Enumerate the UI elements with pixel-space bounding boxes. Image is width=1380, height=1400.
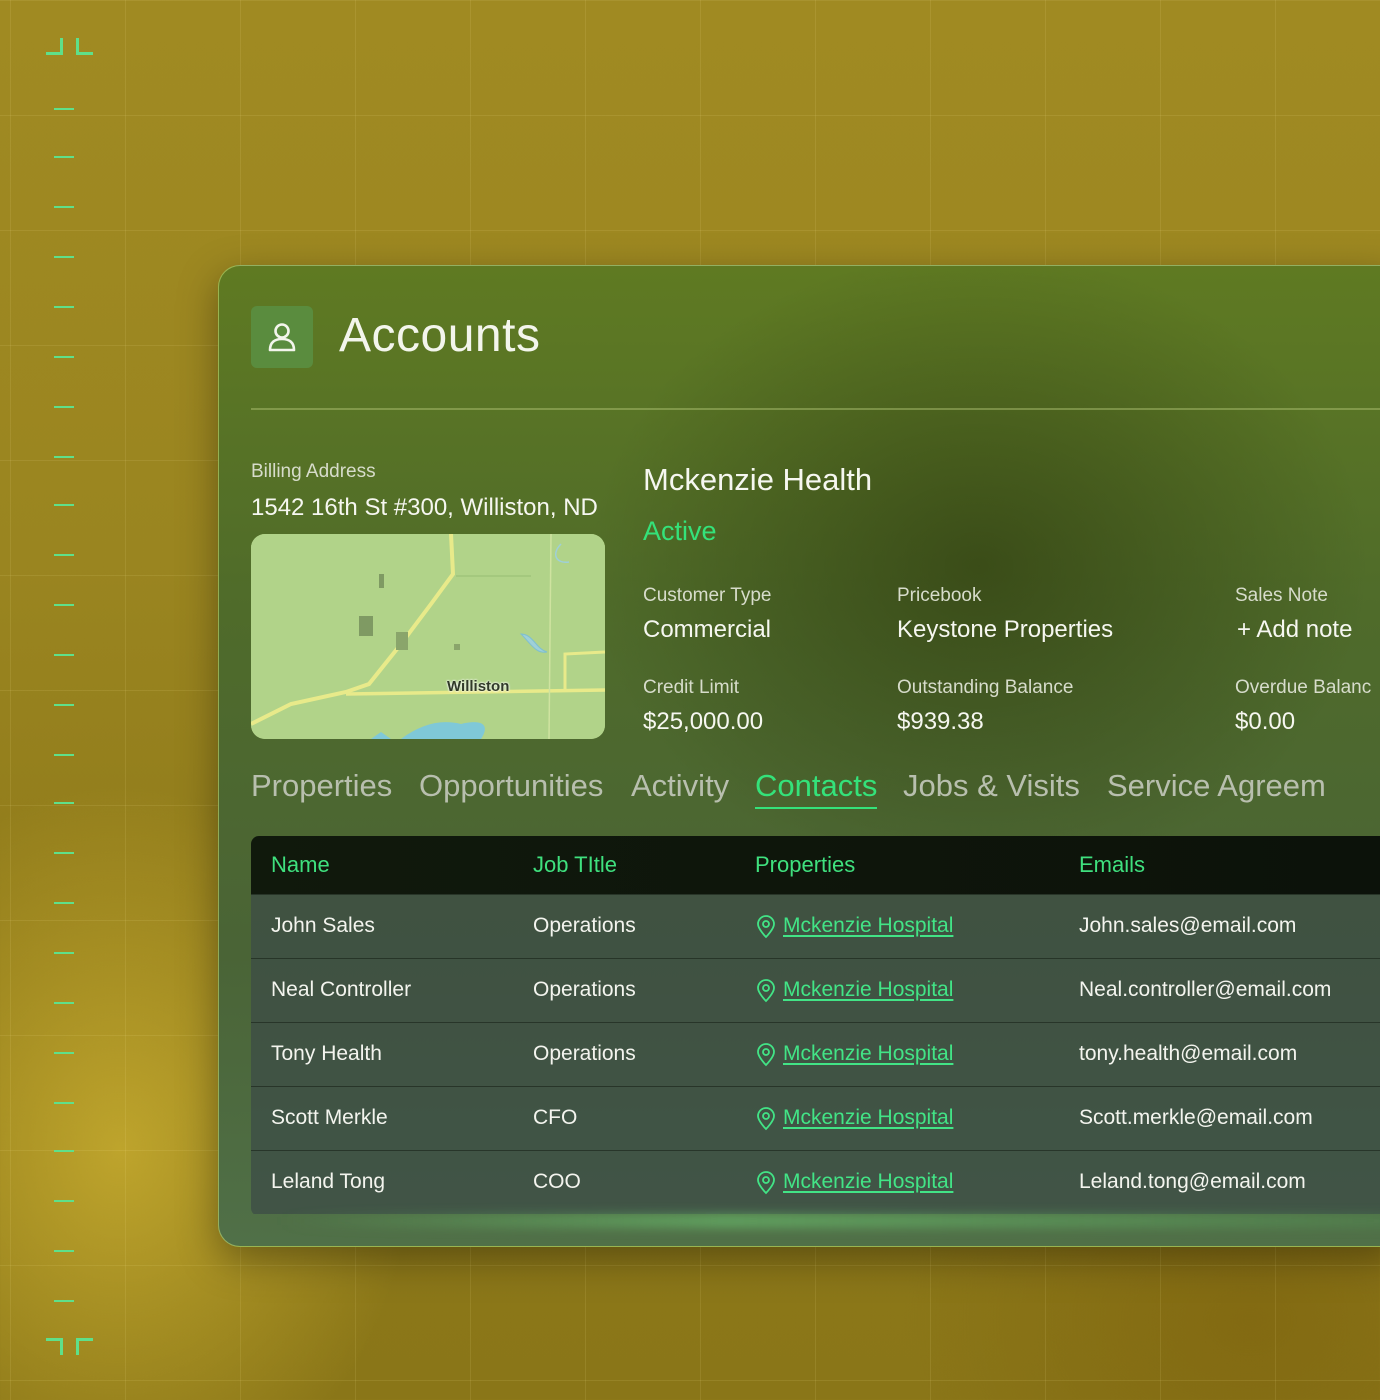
corner-mark (46, 38, 63, 55)
credit-limit-value: $25,000.00 (643, 708, 764, 735)
panel-bottom-glow (279, 1216, 1380, 1226)
location-pin-icon (757, 979, 775, 1003)
table-row[interactable]: John Sales Operations Mckenzie Hospital … (251, 894, 1380, 958)
tab-activity[interactable]: Activity (631, 768, 729, 804)
sales-note-label: Sales Note (1235, 585, 1328, 606)
ruler-tick (54, 604, 74, 606)
property-link[interactable]: Mckenzie Hospital (783, 1170, 953, 1194)
contact-name: John Sales (271, 914, 375, 937)
contact-job-title: Operations (533, 978, 636, 1001)
ruler-tick (54, 754, 74, 756)
ruler-tick (54, 852, 74, 854)
column-header-emails[interactable]: Emails (1079, 852, 1145, 878)
outstanding-balance-value: $939.38 (897, 708, 984, 735)
property-link[interactable]: Mckenzie Hospital (783, 1042, 953, 1066)
add-note-button[interactable]: + Add note (1237, 616, 1352, 644)
corner-mark (76, 1338, 93, 1355)
table-row[interactable]: Scott Merkle CFO Mckenzie Hospital Scott… (251, 1086, 1380, 1150)
credit-limit-label: Credit Limit (643, 677, 740, 698)
column-header-job-title[interactable]: Job TItle (533, 852, 617, 878)
account-name: Mckenzie Health (643, 462, 873, 497)
outstanding-balance-label: Outstanding Balance (897, 677, 1074, 698)
contact-email: Scott.merkle@email.com (1079, 1106, 1313, 1129)
billing-address-value: 1542 16th St #300, Williston, ND (251, 494, 598, 521)
ruler-tick (54, 156, 74, 158)
ruler-tick (54, 1102, 74, 1104)
location-pin-icon (757, 915, 775, 939)
ruler-tick (54, 554, 74, 556)
corner-mark (76, 38, 93, 55)
table-header: Name Job TItle Properties Emails (251, 836, 1380, 894)
ruler-tick (54, 1002, 74, 1004)
contact-email: Neal.controller@email.com (1079, 978, 1332, 1001)
accounts-panel: Accounts Billing Address 1542 16th St #3… (218, 265, 1380, 1247)
contact-job-title: COO (533, 1170, 581, 1193)
contact-job-title: CFO (533, 1106, 578, 1129)
ruler-tick (54, 256, 74, 258)
location-pin-icon (757, 1043, 775, 1067)
header-divider (251, 408, 1380, 410)
overdue-balance-value: $0.00 (1235, 708, 1296, 735)
ruler-tick (54, 456, 74, 458)
ruler-tick (54, 902, 74, 904)
ruler-tick (54, 504, 74, 506)
location-map[interactable]: Williston (251, 534, 605, 739)
customer-type-label: Customer Type (643, 585, 772, 606)
property-link[interactable]: Mckenzie Hospital (783, 978, 953, 1002)
ruler-tick (54, 704, 74, 706)
contact-email: Leland.tong@email.com (1079, 1170, 1306, 1193)
contact-email: tony.health@email.com (1079, 1042, 1298, 1065)
ruler-tick (54, 1150, 74, 1152)
page-title: Accounts (339, 309, 541, 362)
location-pin-icon (757, 1107, 775, 1131)
property-link[interactable]: Mckenzie Hospital (783, 1106, 953, 1130)
tab-contacts[interactable]: Contacts (755, 768, 878, 809)
overdue-balance-label: Overdue Balanc (1235, 677, 1372, 698)
contact-name: Leland Tong (271, 1170, 386, 1193)
column-header-name[interactable]: Name (271, 852, 330, 878)
ruler-tick (54, 306, 74, 308)
ruler-tick (54, 1250, 74, 1252)
ruler-tick (54, 1300, 74, 1302)
user-icon (251, 306, 313, 368)
ruler-tick (54, 206, 74, 208)
ruler-tick (54, 406, 74, 408)
location-pin-icon (757, 1171, 775, 1195)
table-row[interactable]: Leland Tong COO Mckenzie Hospital Leland… (251, 1150, 1380, 1214)
tab-opportunities[interactable]: Opportunities (419, 768, 603, 804)
customer-type-value: Commercial (643, 616, 772, 643)
side-ruler (46, 0, 93, 1400)
table-row[interactable]: Tony Health Operations Mckenzie Hospital… (251, 1022, 1380, 1086)
contacts-table: Name Job TItle Properties Emails John Sa… (251, 836, 1380, 1216)
ruler-tick (54, 356, 74, 358)
column-header-properties[interactable]: Properties (755, 852, 855, 878)
contact-job-title: Operations (533, 1042, 636, 1065)
ruler-tick (54, 654, 74, 656)
ruler-tick (54, 1052, 74, 1054)
contact-email: John.sales@email.com (1079, 914, 1297, 937)
table-row[interactable]: Neal Controller Operations Mckenzie Hosp… (251, 958, 1380, 1022)
tab-jobs-visits[interactable]: Jobs & Visits (903, 768, 1080, 804)
ruler-tick (54, 108, 74, 110)
ruler-tick (54, 1200, 74, 1202)
pricebook-label: Pricebook (897, 585, 982, 606)
property-link[interactable]: Mckenzie Hospital (783, 914, 953, 938)
pricebook-value: Keystone Properties (897, 616, 1114, 643)
tab-service-agreements[interactable]: Service Agreem (1107, 768, 1326, 804)
contact-job-title: Operations (533, 914, 636, 937)
status-badge: Active (643, 516, 717, 546)
map-place-label: Williston (447, 678, 510, 695)
tab-properties[interactable]: Properties (251, 768, 392, 804)
ruler-tick (54, 952, 74, 954)
billing-address-label: Billing Address (251, 461, 376, 482)
corner-mark (46, 1338, 63, 1355)
contact-name: Scott Merkle (271, 1106, 388, 1129)
contact-name: Tony Health (271, 1042, 382, 1065)
contact-name: Neal Controller (271, 978, 412, 1001)
ruler-tick (54, 802, 74, 804)
